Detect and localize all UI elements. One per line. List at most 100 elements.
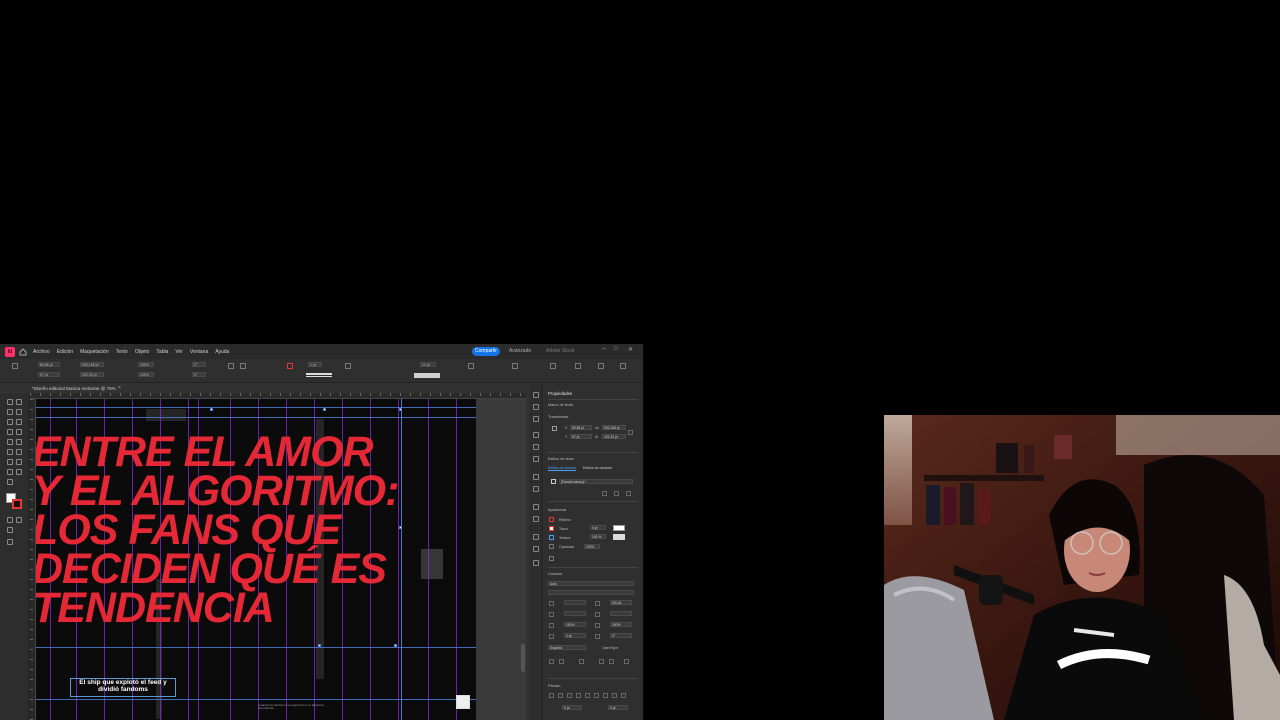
left-indent-field[interactable]: 0 pt — [562, 705, 582, 710]
opacity-icon[interactable] — [549, 544, 554, 549]
x-field[interactable]: 80,88 pt — [38, 362, 60, 367]
texture-field[interactable]: 100 % — [590, 534, 606, 539]
justify-all-icon[interactable] — [603, 693, 608, 698]
opacity-field[interactable]: 100% — [584, 544, 600, 549]
prop-y-field[interactable]: 57 pt — [570, 434, 592, 439]
color-panel-icon[interactable] — [533, 444, 539, 450]
page-tool-icon[interactable] — [7, 409, 13, 415]
right-indent-field[interactable]: 0 pt — [608, 705, 628, 710]
scissors-tool-icon[interactable] — [7, 449, 13, 455]
layout-guide[interactable] — [36, 699, 476, 700]
gutter-field[interactable]: 12 pt — [420, 362, 436, 367]
strikethrough-icon[interactable] — [609, 659, 614, 664]
adobe-stock-search[interactable]: Adobe Stock — [546, 348, 574, 354]
all-caps-icon[interactable] — [549, 659, 554, 664]
swatches-panel-icon[interactable] — [533, 456, 539, 462]
pasteboard-object[interactable] — [456, 695, 470, 709]
skew-field[interactable]: 0° — [610, 633, 632, 638]
stroke-weight-field[interactable]: 0 pt — [590, 525, 606, 530]
stroke-weight-field[interactable]: 1 pt — [308, 362, 322, 367]
glyphs-panel-icon[interactable] — [533, 516, 539, 522]
layers-panel-icon[interactable] — [533, 404, 539, 410]
align-away-icon[interactable] — [621, 693, 626, 698]
shear-field[interactable]: 0° — [192, 372, 206, 377]
flip-vertical-icon[interactable] — [240, 363, 246, 369]
flip-horizontal-icon[interactable] — [228, 363, 234, 369]
color-preview[interactable] — [414, 373, 440, 378]
layout-guide[interactable] — [36, 407, 476, 408]
scale-x-field[interactable]: 100% — [138, 362, 154, 367]
scale-y-field[interactable]: 100% — [138, 372, 154, 377]
language-select[interactable]: Español — [548, 645, 586, 650]
effects-icon[interactable] — [549, 556, 554, 561]
menu-ver[interactable]: Ver — [175, 349, 183, 355]
minimize-icon[interactable]: – — [602, 346, 605, 352]
screen-mode-icon[interactable] — [7, 539, 13, 545]
h-field[interactable]: 422,33 pt — [80, 372, 104, 377]
line-tool-icon[interactable] — [16, 419, 22, 425]
tracking-field[interactable] — [610, 611, 632, 616]
vertical-scrollbar[interactable] — [521, 644, 525, 672]
workspace-switcher[interactable]: Avanzado — [509, 348, 531, 354]
opentype-label[interactable]: OpenType — [602, 646, 618, 650]
stroke-panel-icon[interactable] — [533, 432, 539, 438]
align-panel-icon[interactable] — [533, 546, 539, 552]
texture-preview[interactable] — [613, 534, 625, 540]
document-page[interactable]: ENTRE EL AMOR Y EL ALGORITMO: LOS FANS Q… — [36, 399, 476, 720]
menu-maquetacion[interactable]: Maquetación — [80, 349, 109, 355]
links-panel-icon[interactable] — [533, 416, 539, 422]
eyedropper-tool-icon[interactable] — [7, 469, 13, 475]
gap-tool-icon[interactable] — [16, 409, 22, 415]
text-wrap-icon[interactable] — [345, 363, 351, 369]
underline-icon[interactable] — [599, 659, 604, 664]
constrain-proportions-icon[interactable] — [628, 430, 633, 435]
frame-handle[interactable] — [210, 408, 213, 411]
tab-character-styles[interactable]: Estilos de carácter — [583, 466, 613, 471]
layout-guide[interactable] — [36, 417, 476, 418]
frame-handle[interactable] — [399, 408, 402, 411]
hand-tool-icon[interactable] — [16, 469, 22, 475]
leading-field[interactable]: (50 pt) — [610, 600, 632, 605]
rectangle-tool-icon[interactable] — [16, 439, 22, 445]
align-center-icon[interactable] — [558, 693, 563, 698]
note-tool-icon[interactable] — [16, 459, 22, 465]
home-icon[interactable] — [19, 347, 27, 356]
headline-text-frame[interactable]: ENTRE EL AMOR Y EL ALGORITMO: LOS FANS Q… — [36, 431, 452, 630]
font-family-select[interactable]: Auto — [548, 581, 634, 586]
w-field[interactable]: 903,168 pt — [80, 362, 104, 367]
reference-point-icon[interactable] — [552, 426, 557, 431]
pen-tool-icon[interactable] — [7, 429, 13, 435]
styles-panel-icon[interactable] — [533, 504, 539, 510]
align-right-icon[interactable] — [567, 693, 572, 698]
tab-paragraph-styles[interactable]: Estilos de párrafo — [548, 466, 576, 471]
tab-close-icon[interactable]: × — [118, 384, 121, 393]
texture-icon[interactable] — [549, 535, 554, 540]
stroke-type-preview[interactable] — [306, 373, 332, 377]
align-center-icon[interactable] — [598, 363, 604, 369]
menu-ventana[interactable]: Ventana — [190, 349, 208, 355]
prop-h-field[interactable]: 422,33 pt — [602, 434, 626, 439]
gradient-tool-icon[interactable] — [7, 459, 13, 465]
prop-w-field[interactable]: 903,168 pt — [602, 425, 626, 430]
direct-selection-tool-icon[interactable] — [16, 399, 22, 405]
menu-objeto[interactable]: Objeto — [135, 349, 150, 355]
font-size-field[interactable] — [564, 600, 586, 605]
apply-color-icon[interactable] — [7, 517, 13, 523]
apply-none-icon[interactable] — [16, 517, 22, 523]
stroke-color-icon[interactable] — [12, 499, 22, 509]
frame-handle[interactable] — [323, 408, 326, 411]
frame-handle[interactable] — [394, 644, 397, 647]
kerning-field[interactable] — [564, 611, 586, 616]
paragraph-style-select[interactable]: [Párrafo básico]+ — [559, 479, 633, 484]
columns-icon[interactable] — [468, 363, 474, 369]
justify-center-icon[interactable] — [585, 693, 590, 698]
fill-swatch-icon[interactable] — [549, 517, 554, 522]
new-style-icon[interactable] — [614, 491, 619, 496]
baseline-shift-field[interactable]: 0 pt — [564, 633, 586, 638]
pencil-tool-icon[interactable] — [16, 429, 22, 435]
effects-panel-icon[interactable] — [533, 534, 539, 540]
prop-x-field[interactable]: 80,88 pt — [570, 425, 592, 430]
distribute-icon[interactable] — [550, 363, 556, 369]
menu-tabla[interactable]: Tabla — [156, 349, 168, 355]
vertical-scale-field[interactable]: 100% — [564, 622, 586, 627]
